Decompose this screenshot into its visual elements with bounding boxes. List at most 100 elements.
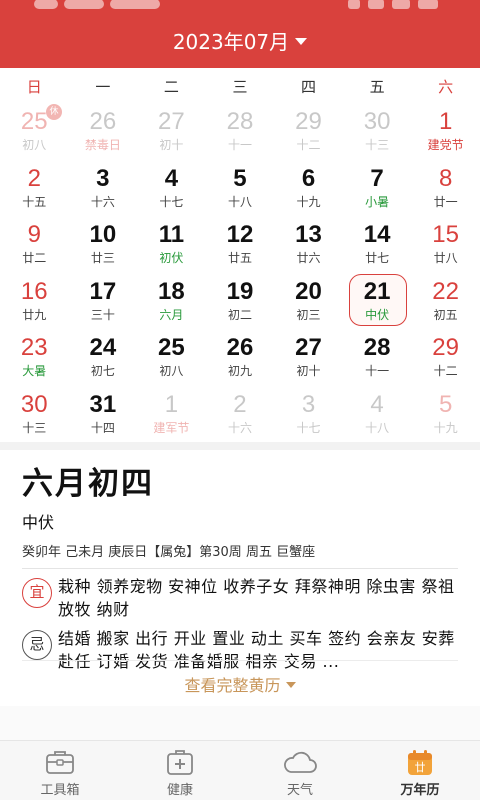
day-cell[interactable]: 23 大暑 [0,332,69,389]
day-cell[interactable]: 30 十三 [343,106,412,163]
suitable-icon: 宜 [22,578,52,608]
day-number: 12 [226,221,254,248]
lunar-label: 禁毒日 [84,138,121,152]
lunar-label: 六月 [159,307,184,322]
lunar-label: 十七 [159,194,184,209]
day-number: 20 [295,277,322,305]
lunar-label: 十一 [365,364,390,378]
solar-term-label: 中伏 [22,513,55,532]
lunar-label: 十九 [433,420,458,435]
day-cell[interactable]: 9 廿二 [0,219,69,276]
day-cell[interactable]: 5 十八 [206,163,275,220]
day-cell[interactable]: 17 三十 [69,276,138,333]
day-cell[interactable]: 18 六月 [137,276,206,333]
day-cell[interactable]: 27 初十 [137,106,206,163]
view-full-almanac-link[interactable]: 查看完整黄历 [0,672,480,696]
day-cell[interactable]: 2 十五 [0,163,69,220]
weekday-fri: 五 [369,77,385,96]
week-row: 23 大暑 24 初七 25 初八 26 初九 27 初十 28 十一 29 十二 [0,332,480,389]
day-number: 29 [295,108,322,135]
lunar-label: 十七 [296,420,321,435]
day-cell[interactable]: 26 初九 [206,332,275,389]
day-cell[interactable]: 28 十一 [206,106,275,163]
lunar-label: 建党节 [427,138,464,152]
tab-toolbox[interactable]: 工具箱 [0,741,120,800]
day-number: 24 [89,334,117,361]
day-cell[interactable]: 2 十六 [206,389,275,446]
day-number: 8 [438,164,453,192]
lunar-label: 中伏 [365,307,390,322]
day-cell[interactable]: 4 十八 [343,389,412,446]
day-number: 5 [233,164,247,192]
day-number: 23 [20,334,48,361]
day-cell[interactable]: 3 十六 [69,163,138,220]
day-cell[interactable]: 1 建党节 [411,106,480,163]
weekday-mon: 一 [95,77,111,96]
day-number: 30 [20,390,48,418]
day-cell[interactable]: 14 廿七 [343,219,412,276]
day-number: 15 [432,221,459,248]
day-cell[interactable]: 31 十四 [69,389,138,446]
lunar-label: 初八 [22,138,47,152]
day-number: 6 [301,164,316,192]
day-cell[interactable]: 27 初十 [274,332,343,389]
day-number: 3 [96,164,110,192]
tab-weather[interactable]: 天气 [240,741,360,800]
day-cell[interactable]: 10 廿三 [69,219,138,276]
lunar-label: 十五 [22,194,47,209]
day-cell[interactable]: 5 十九 [411,389,480,446]
week-row: 9 廿二 10 廿三 11 初伏 12 廿五 13 廿六 14 廿七 15 廿八 [0,219,480,276]
day-cell[interactable]: 28 十一 [343,332,412,389]
day-cell[interactable]: 8 廿一 [411,163,480,220]
day-cell[interactable]: 25 休初八 [0,104,69,163]
month-selector[interactable]: 2023年07月 [0,26,480,55]
suitable-text: 栽种 领养宠物 安神位 收养子女 拜祭神明 除虫害 祭祖 放牧 纳财 [58,577,455,619]
lunar-label: 十一 [227,138,252,152]
day-number: 1 [164,390,179,418]
day-cell[interactable]: 6 十九 [274,163,343,220]
day-number: 11 [158,221,185,248]
almanac-panel: 六月初四 中伏 癸卯年 己未月 庚辰日【属兔】第30周 周五 巨蟹座 宜 栽种 … [0,450,480,706]
day-cell[interactable]: 12 廿五 [206,219,275,276]
week-row: 2 十五 3 十六 4 十七 5 十八 6 十九 7 小暑 8 廿一 [0,163,480,220]
divider [22,660,458,661]
weekday-tue: 二 [163,77,179,96]
lunar-label: 十二 [433,364,458,378]
lunar-date-title: 六月初四 [22,466,154,502]
day-cell[interactable]: 1 建军节 [137,389,206,446]
content-gap [0,706,480,740]
day-cell[interactable]: 26 禁毒日 [69,106,138,163]
day-cell[interactable]: 25 初八 [137,332,206,389]
lunar-label: 初十 [159,138,184,152]
week-row: 16 廿九 17 三十 18 六月 19 初二 20 初三 21 中伏 22 初五 [0,273,480,333]
day-cell[interactable]: 24 初七 [69,332,138,389]
day-cell[interactable]: 22 初五 [411,276,480,333]
day-cell[interactable]: 3 十七 [274,389,343,446]
day-number: 26 [89,108,117,135]
lunar-label: 小暑 [365,194,390,209]
day-cell[interactable]: 16 廿九 [0,276,69,333]
avoid-icon: 忌 [22,630,52,660]
day-number: 27 [158,108,185,135]
lunar-label: 廿七 [365,251,390,265]
lunar-label: 十三 [365,138,390,152]
day-cell[interactable]: 30 十三 [0,389,69,446]
day-cell[interactable]: 29 十二 [274,106,343,163]
lunar-label: 三十 [90,307,115,322]
day-cell[interactable]: 7 小暑 [343,163,412,220]
day-cell-selected[interactable]: 21 中伏 [343,273,412,333]
day-number: 9 [27,221,41,248]
month-calendar: 日 一 二 三 四 五 六 25 休初八 26 禁毒日 27 初十 28 十一 29 十二… [0,68,480,442]
tab-calendar[interactable]: 廿 万年历 [360,741,480,800]
day-cell[interactable]: 11 初伏 [137,219,206,276]
day-cell[interactable]: 29 十二 [411,332,480,389]
day-cell[interactable]: 15 廿八 [411,219,480,276]
day-cell[interactable]: 20 初三 [274,276,343,333]
tab-health[interactable]: 健康 [120,741,240,800]
avoid-row: 忌 结婚 搬家 出行 开业 置业 动土 买车 签约 会亲友 安葬 赴任 订婚 发… [22,627,458,673]
day-cell[interactable]: 13 廿六 [274,219,343,276]
lunar-label: 廿九 [22,307,47,322]
day-cell[interactable]: 19 初二 [206,276,275,333]
day-cell[interactable]: 4 十七 [137,163,206,220]
lunar-label: 大暑 [22,364,47,378]
